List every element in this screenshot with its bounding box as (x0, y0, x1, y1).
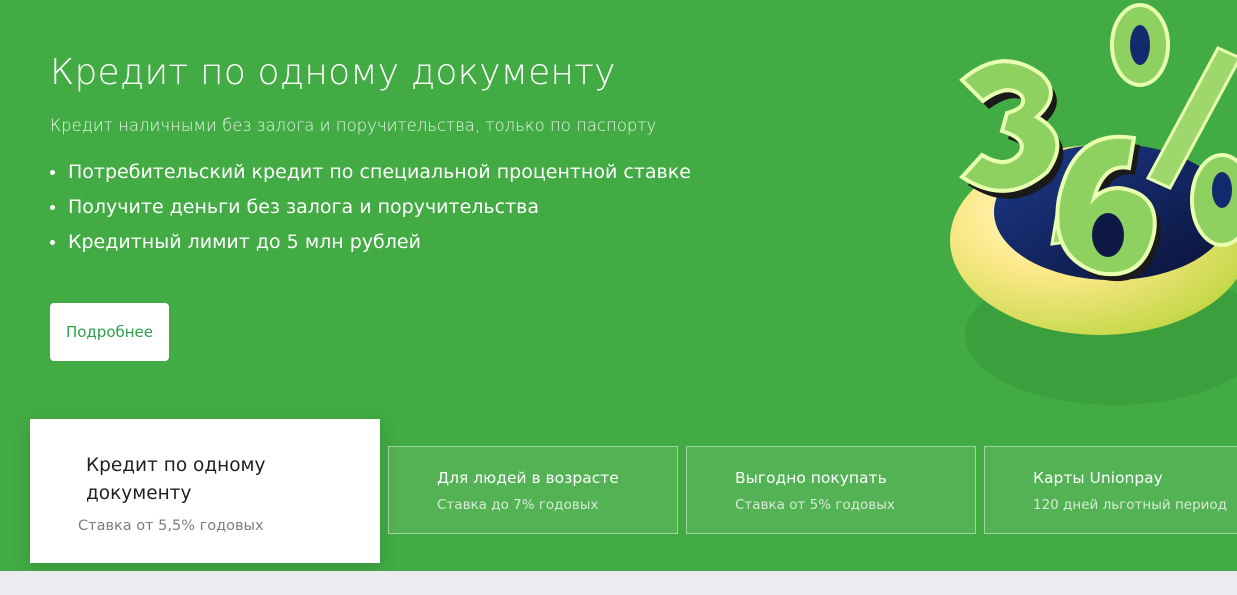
product-card-title: Выгодно покупать (735, 469, 887, 487)
page-footer-strip (0, 571, 1237, 595)
banner-title: Кредит по одному документу (50, 52, 616, 93)
promo-banner: Кредит по одному документу Кредит наличн… (0, 0, 1237, 571)
product-card-title: Для людей в возрасте (437, 469, 619, 487)
product-card-one-document[interactable]: Кредит по одному документу Ставка от 5,5… (30, 419, 380, 563)
feature-item: Кредитный лимит до 5 млн рублей (50, 230, 691, 265)
product-card-unionpay[interactable]: Карты Unionpay 120 дней льготный период (984, 446, 1237, 534)
feature-item: Потребительский кредит по специальной пр… (50, 160, 691, 195)
feature-item: Получите деньги без залога и поручительс… (50, 195, 691, 230)
product-card-title: Карты Unionpay (1033, 469, 1163, 487)
product-card-subtitle: Ставка от 5% годовых (735, 497, 895, 513)
product-card-shopping[interactable]: Выгодно покупать Ставка от 5% годовых (686, 446, 976, 534)
product-card-subtitle: Ставка до 7% годовых (437, 497, 599, 513)
more-details-button[interactable]: Подробнее (50, 303, 169, 361)
feature-list: Потребительский кредит по специальной пр… (50, 160, 691, 265)
percent-illustration (950, 3, 1237, 405)
product-card-subtitle: Ставка от 5,5% годовых (78, 518, 264, 534)
product-card-title: Кредит по одному документу (86, 455, 266, 504)
banner-subtitle: Кредит наличными без залога и поручитель… (50, 116, 657, 135)
product-card-seniors[interactable]: Для людей в возрасте Ставка до 7% годовы… (388, 446, 678, 534)
product-card-subtitle: 120 дней льготный период (1033, 497, 1228, 513)
